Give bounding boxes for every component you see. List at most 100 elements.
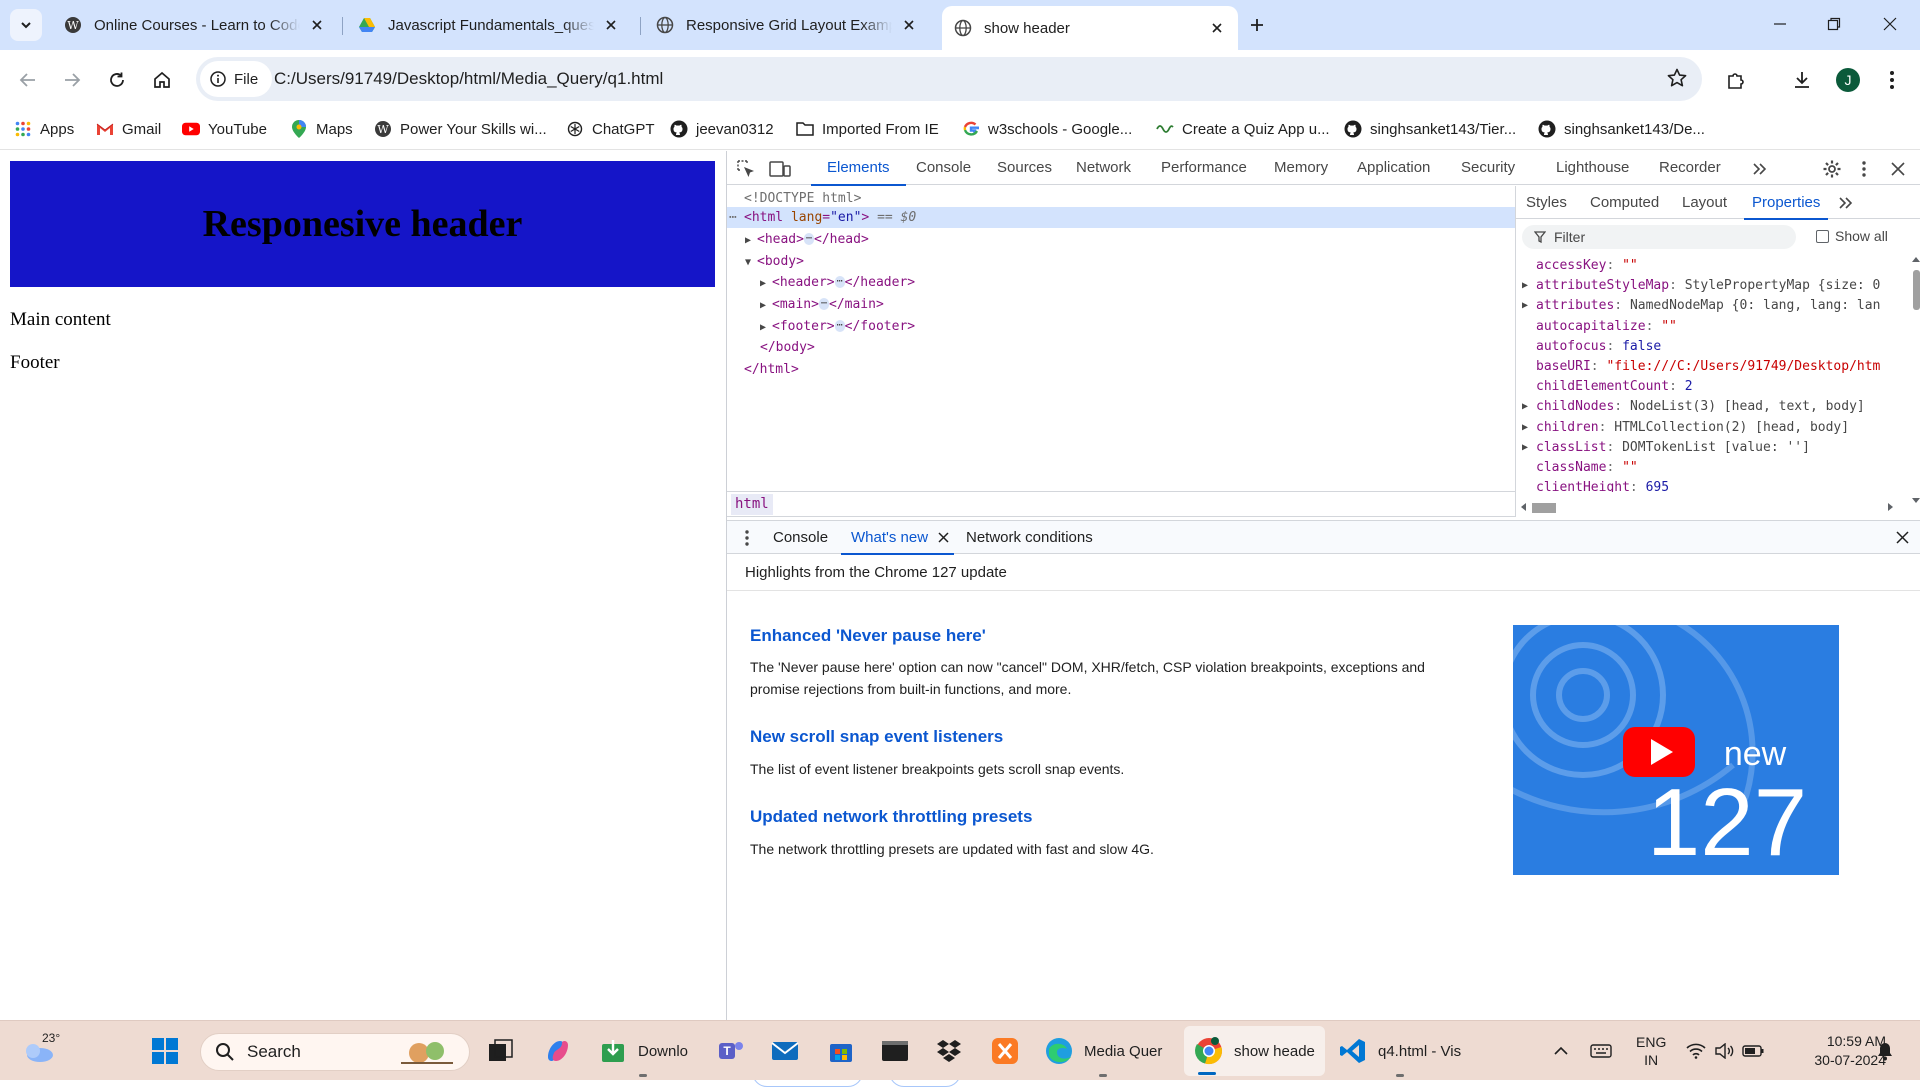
properties-horizontal-scrollbar[interactable] bbox=[1516, 499, 1910, 515]
bookmark-singhsanket-de[interactable]: singhsanket143/De... bbox=[1538, 116, 1705, 142]
browser-menu-button[interactable] bbox=[1876, 64, 1908, 96]
drawer-menu-icon[interactable] bbox=[744, 529, 750, 547]
dom-body-close[interactable]: </body> bbox=[760, 337, 815, 358]
taskbar-app-chrome[interactable]: show heade bbox=[1184, 1026, 1325, 1076]
devtools-tab-network[interactable]: Network bbox=[1076, 151, 1131, 185]
whats-new-video-thumbnail[interactable]: new 127 bbox=[1513, 625, 1839, 875]
property-row[interactable]: ▶ attributes: NamedNodeMap {0: lang, lang… bbox=[1516, 296, 1908, 316]
tab-show-header[interactable]: show header bbox=[942, 6, 1238, 50]
close-icon[interactable] bbox=[308, 16, 326, 34]
property-row[interactable]: autocapitalize: "" bbox=[1516, 317, 1908, 337]
property-row[interactable]: baseURI: "file:///C:/Users/91749/Desktop… bbox=[1516, 357, 1908, 377]
property-row[interactable]: className: "" bbox=[1516, 458, 1908, 478]
bookmark-jeevan0312[interactable]: jeevan0312 bbox=[670, 116, 774, 142]
back-button[interactable] bbox=[12, 64, 44, 96]
bookmark-star-icon[interactable] bbox=[1666, 67, 1688, 89]
close-icon[interactable] bbox=[1887, 158, 1909, 180]
tab-computed[interactable]: Computed bbox=[1590, 186, 1659, 219]
device-toolbar-icon[interactable] bbox=[769, 158, 791, 180]
property-row[interactable]: ▶ children: HTMLCollection(2) [head, body… bbox=[1516, 418, 1908, 438]
close-icon[interactable] bbox=[1208, 19, 1226, 37]
taskbar-app-task-view[interactable] bbox=[486, 1021, 516, 1081]
property-row[interactable]: childElementCount: 2 bbox=[1516, 377, 1908, 397]
tray-quick-settings[interactable] bbox=[1686, 1021, 1764, 1081]
devtools-tab-console[interactable]: Console bbox=[916, 151, 971, 185]
bookmark-chatgpt[interactable]: ChatGPT bbox=[566, 116, 655, 142]
tab-search-button[interactable] bbox=[10, 9, 42, 41]
drawer-tab-network-conditions[interactable]: Network conditions bbox=[966, 521, 1093, 554]
show-all-checkbox[interactable]: Show all bbox=[1816, 228, 1888, 244]
filter-input[interactable]: Filter bbox=[1522, 225, 1796, 249]
reload-button[interactable] bbox=[101, 64, 133, 96]
site-info-chip[interactable]: File bbox=[200, 61, 273, 97]
collapsed-ellipsis[interactable]: ⋯ bbox=[818, 298, 829, 310]
tray-language[interactable]: ENG IN bbox=[1636, 1021, 1666, 1081]
devtools-tab-elements[interactable]: Elements bbox=[811, 151, 905, 186]
devtools-tab-sources[interactable]: Sources bbox=[997, 151, 1052, 185]
property-row[interactable]: ▶ childNodes: NodeList(3) [head, text, bo… bbox=[1516, 397, 1908, 417]
taskbar-app-store[interactable] bbox=[826, 1021, 856, 1081]
checkbox-box[interactable] bbox=[1816, 229, 1829, 243]
bookmark-imported-from-ie[interactable]: Imported From IE bbox=[796, 116, 939, 142]
property-row[interactable]: autofocus: false bbox=[1516, 337, 1908, 357]
taskbar-app-edge[interactable]: Media Quer bbox=[1044, 1021, 1162, 1081]
address-bar[interactable]: File C:/Users/91749/Desktop/html/Media_Q… bbox=[196, 57, 1702, 101]
dom-main-node[interactable]: ▶ <main> ⋯ </main> bbox=[760, 294, 884, 315]
devtools-tab-security[interactable]: Security bbox=[1461, 151, 1515, 185]
minimize-button[interactable] bbox=[1752, 0, 1808, 48]
more-tabs-icon[interactable] bbox=[1749, 158, 1771, 180]
tab-properties[interactable]: Properties bbox=[1743, 186, 1829, 220]
dom-header-node[interactable]: ▶ <header> ⋯ </header> bbox=[760, 272, 915, 293]
bookmark-power-your-skills[interactable]: W Power Your Skills wi... bbox=[374, 116, 547, 142]
dom-body-node[interactable]: ▼ <body> bbox=[745, 251, 804, 272]
scrollbar-thumb[interactable] bbox=[1913, 270, 1920, 310]
bookmark-maps[interactable]: Maps bbox=[290, 116, 353, 142]
tab-styles[interactable]: Styles bbox=[1526, 186, 1567, 219]
devtools-tab-application[interactable]: Application bbox=[1357, 151, 1430, 185]
expand-triangle-icon[interactable]: ▶ bbox=[1522, 296, 1528, 316]
tab-online-courses[interactable]: W Online Courses - Learn to Code bbox=[52, 7, 338, 43]
tray-clock[interactable]: 10:59 AM 30-07-2024 bbox=[1790, 1021, 1886, 1081]
url-text[interactable]: C:/Users/91749/Desktop/html/Media_Query/… bbox=[274, 69, 663, 89]
drawer-tab-whats-new[interactable]: What's new bbox=[840, 521, 955, 555]
devtools-tab-lighthouse[interactable]: Lighthouse bbox=[1556, 151, 1629, 185]
tray-notifications[interactable] bbox=[1876, 1021, 1894, 1081]
scroll-down-icon[interactable] bbox=[1912, 498, 1920, 504]
collapsed-ellipsis[interactable]: ⋯ bbox=[803, 233, 814, 245]
bookmark-apps[interactable]: Apps bbox=[14, 116, 74, 142]
close-icon[interactable] bbox=[900, 16, 918, 34]
taskbar-app-start[interactable] bbox=[150, 1021, 180, 1081]
property-row[interactable]: ▶ attributeStyleMap: StylePropertyMap {si… bbox=[1516, 276, 1908, 296]
profile-button[interactable]: J bbox=[1832, 64, 1864, 96]
dom-html-node[interactable]: ⋯ <html lang="en"> == $0 bbox=[727, 207, 1515, 228]
dom-html-close[interactable]: </html> bbox=[744, 359, 799, 380]
new-tab-button[interactable] bbox=[1244, 12, 1270, 38]
tray-overflow-button[interactable] bbox=[1554, 1021, 1568, 1081]
devtools-tab-recorder[interactable]: Recorder bbox=[1659, 151, 1721, 185]
breadcrumb-item-html[interactable]: html bbox=[731, 494, 773, 515]
taskbar-search-box[interactable]: Search bbox=[200, 1033, 470, 1071]
expand-triangle-icon[interactable]: ▶ bbox=[1522, 397, 1528, 417]
drawer-tab-console[interactable]: Console bbox=[773, 521, 828, 554]
taskbar-app-mail[interactable] bbox=[770, 1021, 800, 1081]
bookmark-quiz-app[interactable]: Create a Quiz App u... bbox=[1156, 116, 1330, 142]
bookmark-youtube[interactable]: YouTube bbox=[182, 116, 267, 142]
close-icon[interactable] bbox=[602, 16, 620, 34]
taskbar-app-xampp[interactable] bbox=[990, 1021, 1020, 1081]
expand-triangle-icon[interactable]: ▶ bbox=[1522, 438, 1528, 458]
taskbar-app-copilot[interactable] bbox=[543, 1021, 573, 1081]
taskbar-app-vscode[interactable]: q4.html - Vis bbox=[1338, 1021, 1461, 1081]
forward-button[interactable] bbox=[56, 64, 88, 96]
inspect-element-icon[interactable] bbox=[735, 158, 757, 180]
property-row[interactable]: accessKey: "" bbox=[1516, 256, 1908, 276]
devtools-tab-performance[interactable]: Performance bbox=[1161, 151, 1247, 185]
tab-javascript-fundamentals[interactable]: Javascript Fundamentals_questions bbox=[346, 7, 632, 43]
close-icon[interactable] bbox=[938, 532, 949, 543]
devtools-tab-memory[interactable]: Memory bbox=[1274, 151, 1328, 185]
bookmark-singhsanket-tier[interactable]: singhsanket143/Tier... bbox=[1344, 116, 1516, 142]
bookmark-gmail[interactable]: Gmail bbox=[96, 116, 161, 142]
scroll-right-icon[interactable] bbox=[1888, 503, 1894, 511]
dom-doctype[interactable]: <!DOCTYPE html> bbox=[744, 188, 861, 209]
expand-triangle-icon[interactable]: ▶ bbox=[1522, 418, 1528, 438]
weather-widget[interactable]: 23° bbox=[20, 1021, 60, 1081]
